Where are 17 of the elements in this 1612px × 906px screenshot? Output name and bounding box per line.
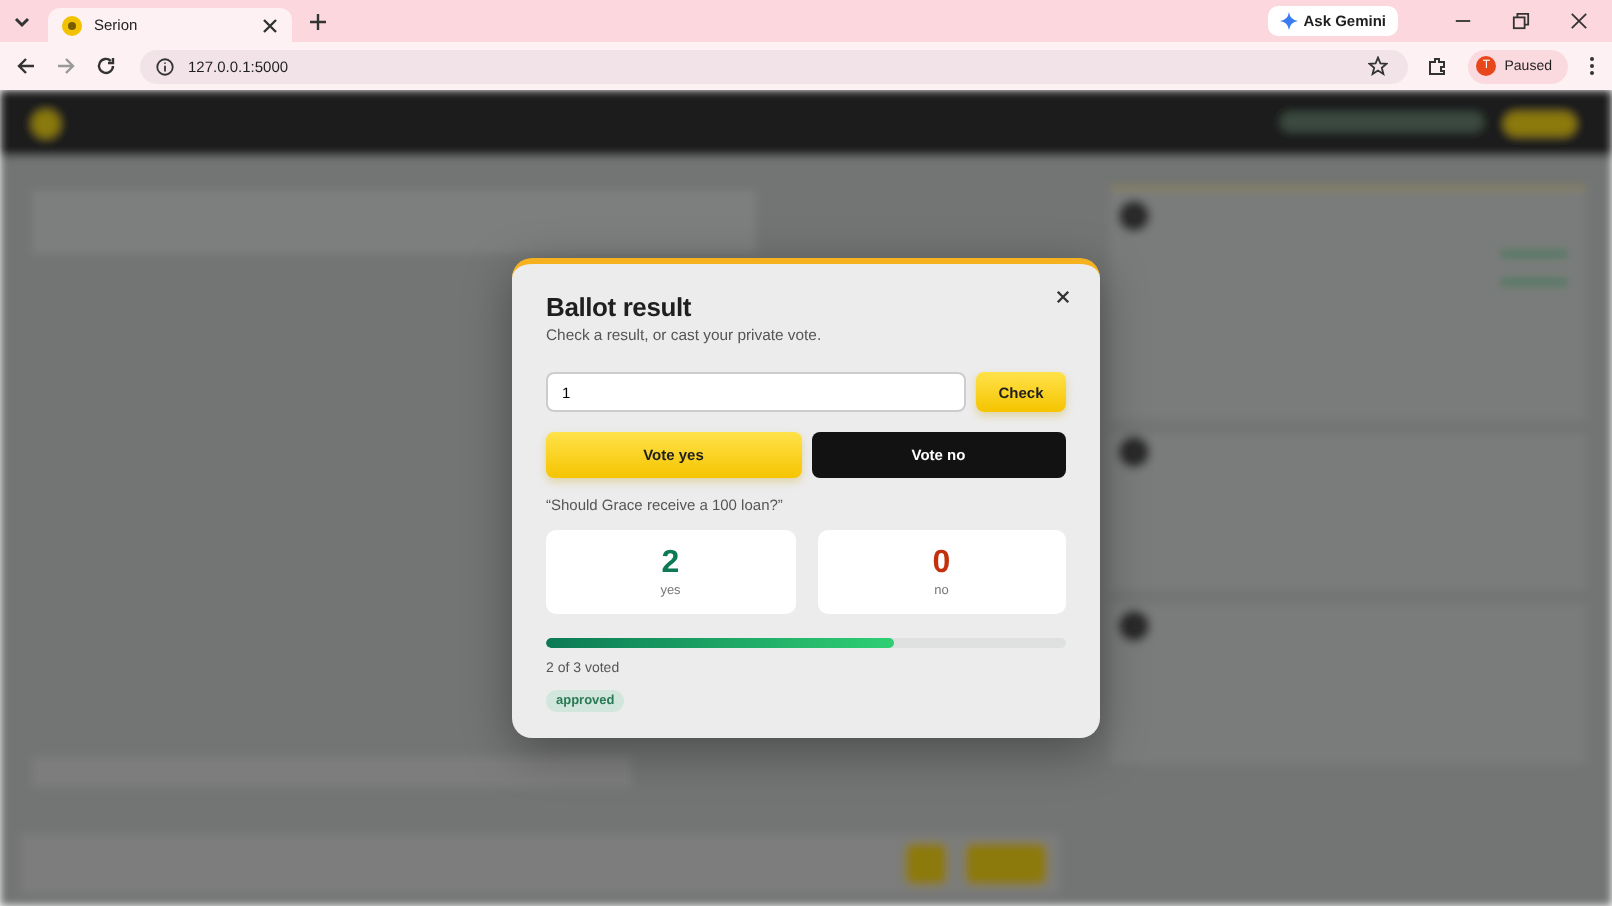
extensions-icon[interactable] bbox=[1428, 56, 1449, 76]
reload-icon[interactable] bbox=[96, 56, 116, 76]
dialog-title: Ballot result bbox=[546, 292, 692, 322]
back-icon[interactable] bbox=[16, 56, 36, 76]
close-icon[interactable] bbox=[1056, 290, 1070, 304]
new-tab-icon[interactable] bbox=[308, 11, 328, 31]
tally-count: 0 bbox=[932, 547, 951, 579]
restore-icon[interactable] bbox=[1512, 12, 1530, 30]
bookmark-star-icon[interactable] bbox=[1368, 56, 1389, 76]
sparkle-icon bbox=[1279, 12, 1298, 30]
site-logo-icon bbox=[62, 15, 82, 35]
close-icon[interactable] bbox=[262, 17, 278, 33]
forward-icon[interactable] bbox=[56, 56, 76, 76]
info-icon bbox=[156, 57, 174, 75]
close-icon[interactable] bbox=[1570, 12, 1588, 30]
menu-icon[interactable] bbox=[1588, 56, 1596, 76]
tally-count: 2 bbox=[661, 547, 680, 579]
